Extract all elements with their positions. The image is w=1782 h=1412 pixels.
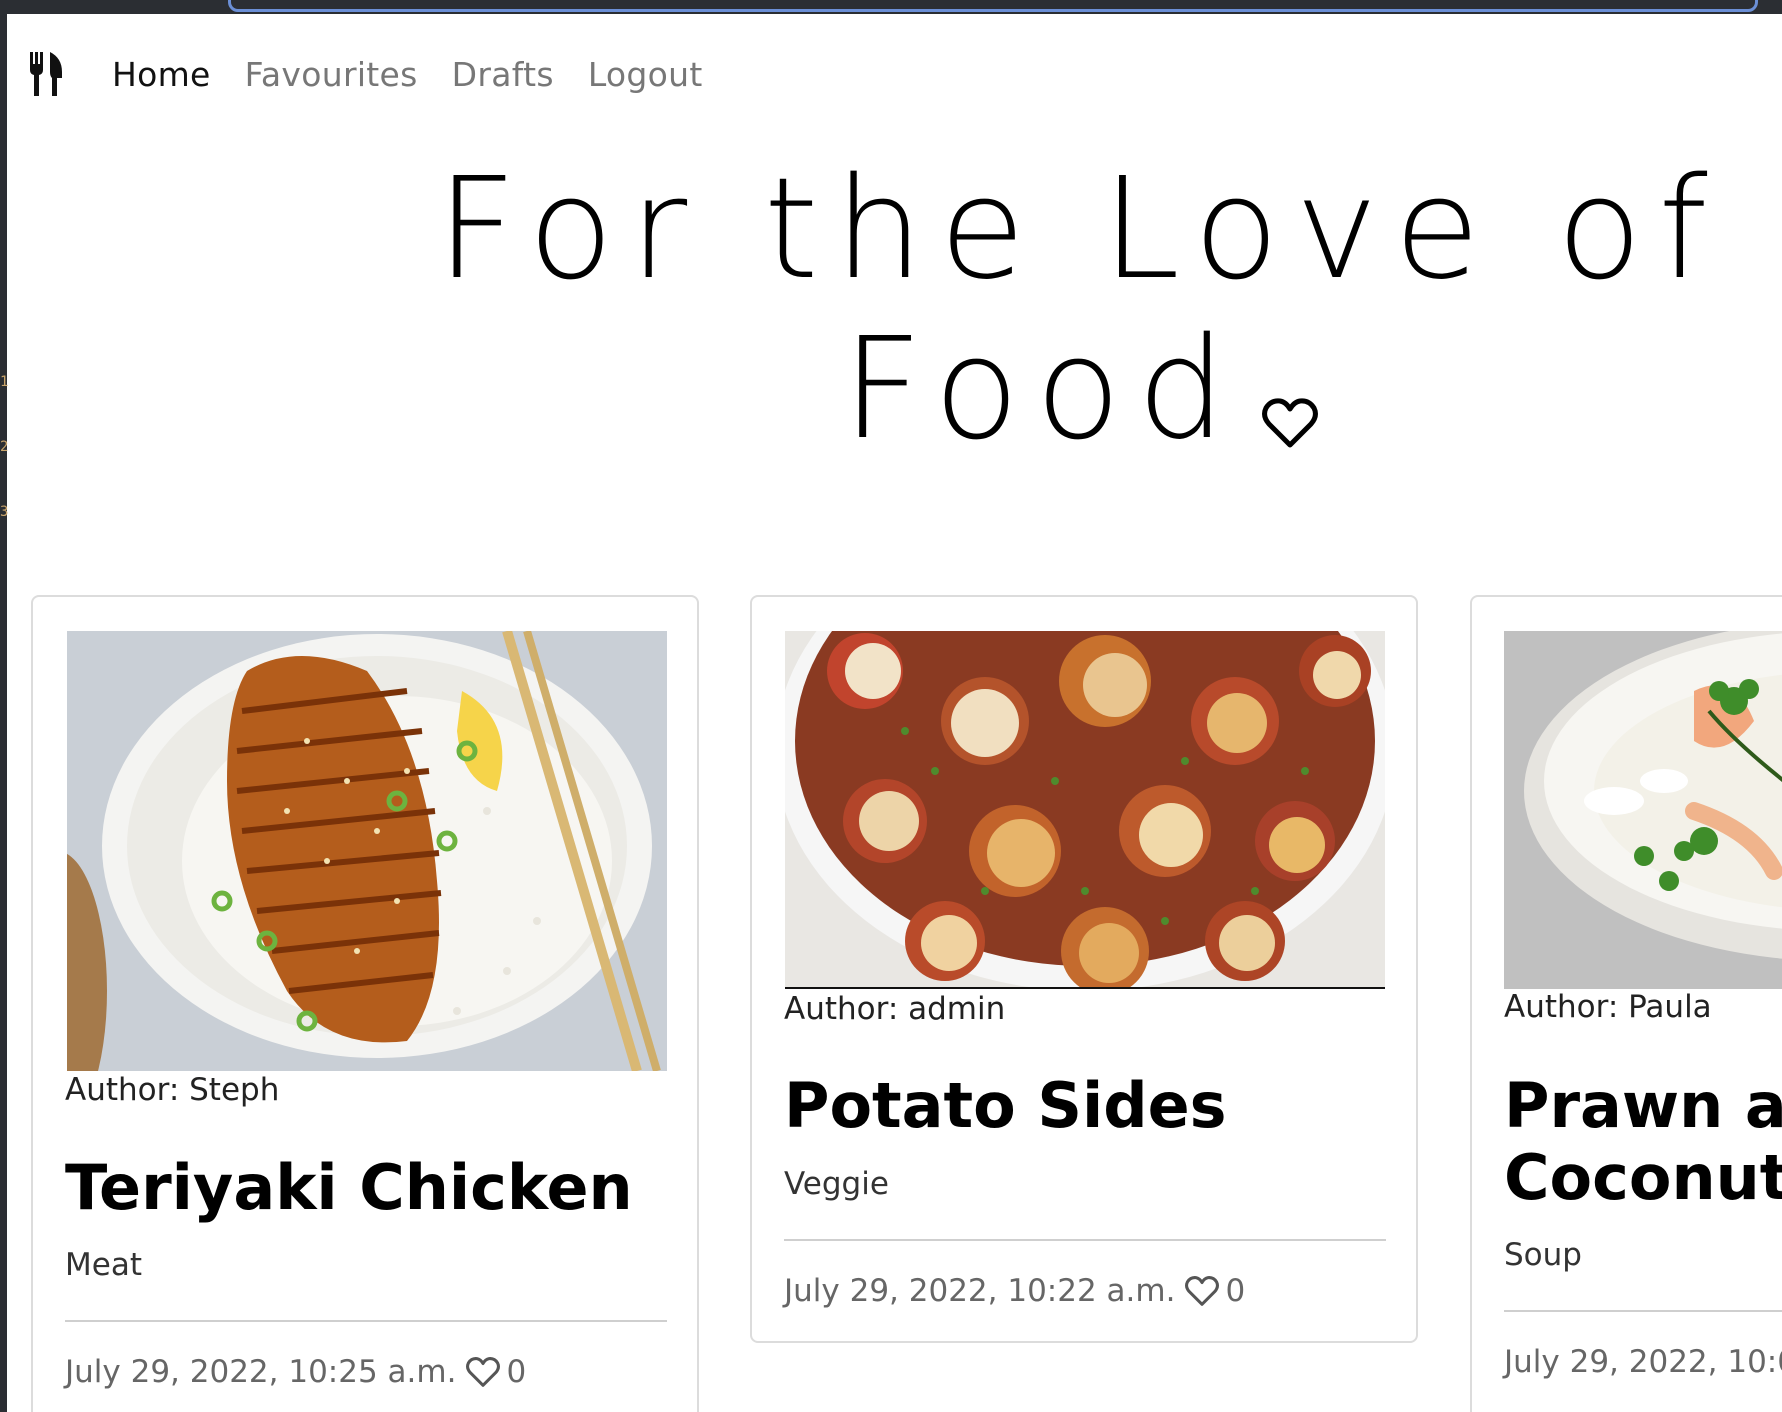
recipe-title-line1: Prawn ar: [1504, 1069, 1782, 1142]
recipe-category: Veggie: [784, 1166, 889, 1202]
recipe-card[interactable]: Author: Paula Prawn ar Coconut Soup July…: [1470, 595, 1782, 1412]
recipe-card[interactable]: Author: Steph Teriyaki Chicken Meat July…: [31, 595, 699, 1412]
divider: [1504, 1310, 1782, 1312]
recipe-title-line2: Coconut: [1504, 1141, 1782, 1214]
heart-icon: [1261, 322, 1318, 482]
recipe-title[interactable]: Potato Sides: [784, 1070, 1227, 1142]
recipe-author: Author: Paula: [1504, 989, 1712, 1025]
recipe-image[interactable]: [1504, 631, 1782, 989]
recipe-image[interactable]: [67, 631, 667, 1071]
nav-link-drafts[interactable]: Drafts: [452, 55, 554, 94]
page-title-line1: For the Love of: [436, 148, 1724, 311]
nav-link-logout[interactable]: Logout: [588, 55, 703, 94]
like-heart-icon[interactable]: [466, 1356, 501, 1388]
recipe-meta: July 29, 2022, 10:22 a.m. 0: [784, 1273, 1245, 1309]
recipe-date: July 29, 2022, 10:22 a.m.: [784, 1273, 1176, 1309]
nav-link-home[interactable]: Home: [112, 55, 211, 94]
nav-link-favourites[interactable]: Favourites: [245, 55, 418, 94]
page-title: For the Love of Food: [380, 150, 1780, 482]
recipe-author: Author: Steph: [65, 1072, 280, 1108]
recipe-title[interactable]: Prawn ar Coconut: [1504, 1070, 1782, 1214]
recipe-meta: July 29, 2022, 10:25 a.m. 0: [65, 1354, 526, 1390]
recipe-image[interactable]: [785, 631, 1385, 989]
page-title-line2: Food: [842, 308, 1242, 471]
recipe-category: Soup: [1504, 1237, 1582, 1273]
page: 1 2 3 Home Favourites Drafts Logout For …: [0, 0, 1782, 1412]
recipe-card[interactable]: Author: admin Potato Sides Veggie July 2…: [750, 595, 1418, 1343]
like-heart-icon[interactable]: [1185, 1275, 1220, 1307]
recipe-date: July 29, 2022, 10:0: [1504, 1344, 1782, 1380]
recipe-category: Meat: [65, 1247, 142, 1283]
editor-left-edge: 1 2 3: [0, 14, 8, 1412]
like-count: 0: [506, 1354, 527, 1390]
like-count: 0: [1225, 1273, 1246, 1309]
browser-address-bar[interactable]: [228, 0, 1758, 12]
recipe-date: July 29, 2022, 10:25 a.m.: [65, 1354, 457, 1390]
recipe-author: Author: admin: [784, 991, 1006, 1027]
divider: [65, 1320, 667, 1322]
navbar: Home Favourites Drafts Logout: [28, 44, 737, 104]
fork-knife-icon[interactable]: [28, 52, 64, 96]
recipe-meta: July 29, 2022, 10:0: [1504, 1344, 1782, 1380]
hero: For the Love of Food: [380, 150, 1780, 482]
recipe-title[interactable]: Teriyaki Chicken: [65, 1152, 633, 1224]
divider: [784, 1239, 1386, 1241]
browser-top-strip: [0, 0, 1782, 14]
